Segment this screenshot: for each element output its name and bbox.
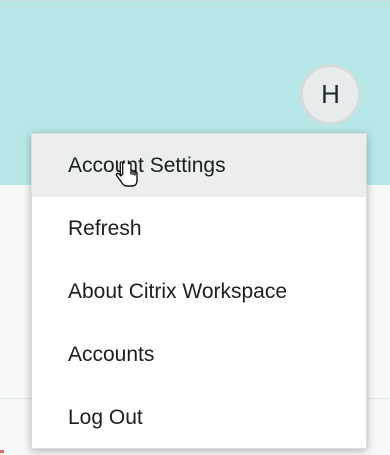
account-menu: Account Settings Refresh About Citrix Wo…	[31, 133, 367, 449]
menu-item-label: About Citrix Workspace	[68, 279, 288, 303]
user-avatar-button[interactable]: H	[303, 67, 358, 122]
edge-indicator	[0, 450, 4, 453]
menu-item-account-settings[interactable]: Account Settings	[32, 134, 366, 197]
menu-item-about-citrix-workspace[interactable]: About Citrix Workspace	[32, 260, 366, 323]
menu-item-accounts[interactable]: Accounts	[32, 323, 366, 386]
menu-item-label: Account Settings	[68, 153, 226, 177]
screen: H Account Settings Refresh About Citrix …	[0, 0, 390, 455]
avatar-initial: H	[321, 79, 340, 109]
menu-item-refresh[interactable]: Refresh	[32, 197, 366, 260]
menu-item-label: Log Out	[68, 405, 143, 429]
menu-item-log-out[interactable]: Log Out	[32, 386, 366, 449]
menu-item-label: Refresh	[68, 216, 142, 240]
menu-item-label: Accounts	[68, 342, 155, 366]
